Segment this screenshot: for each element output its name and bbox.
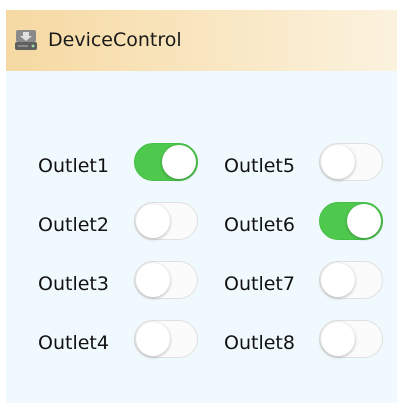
outlet7-switch[interactable] [319, 261, 383, 299]
switch-knob [347, 204, 381, 238]
switch-knob [321, 263, 355, 297]
outlet1-switch[interactable] [134, 143, 198, 181]
switch-knob [136, 322, 170, 356]
outlet6-label: Outlet6 [224, 214, 295, 236]
device-control-window: DeviceControl Outlet1 Outlet2 Outlet3 Ou… [6, 10, 397, 403]
outlet3-label: Outlet3 [38, 273, 109, 295]
outlet1-label: Outlet1 [38, 155, 109, 177]
outlet8-switch[interactable] [319, 320, 383, 358]
outlet4-label: Outlet4 [38, 332, 109, 354]
outlet4-switch[interactable] [134, 320, 198, 358]
outlet2-switch[interactable] [134, 202, 198, 240]
outlet6-switch[interactable] [319, 202, 383, 240]
switch-knob [136, 204, 170, 238]
window-title: DeviceControl [48, 29, 182, 51]
switch-knob [136, 263, 170, 297]
switch-knob [321, 145, 355, 179]
title-bar[interactable]: DeviceControl [6, 10, 397, 71]
drive-icon [14, 29, 38, 51]
switch-knob [162, 145, 196, 179]
outlet5-label: Outlet5 [224, 155, 295, 177]
outlet7-label: Outlet7 [224, 273, 295, 295]
outlet8-label: Outlet8 [224, 332, 295, 354]
switch-knob [321, 322, 355, 356]
outlet5-switch[interactable] [319, 143, 383, 181]
outlet3-switch[interactable] [134, 261, 198, 299]
outlet2-label: Outlet2 [38, 214, 109, 236]
